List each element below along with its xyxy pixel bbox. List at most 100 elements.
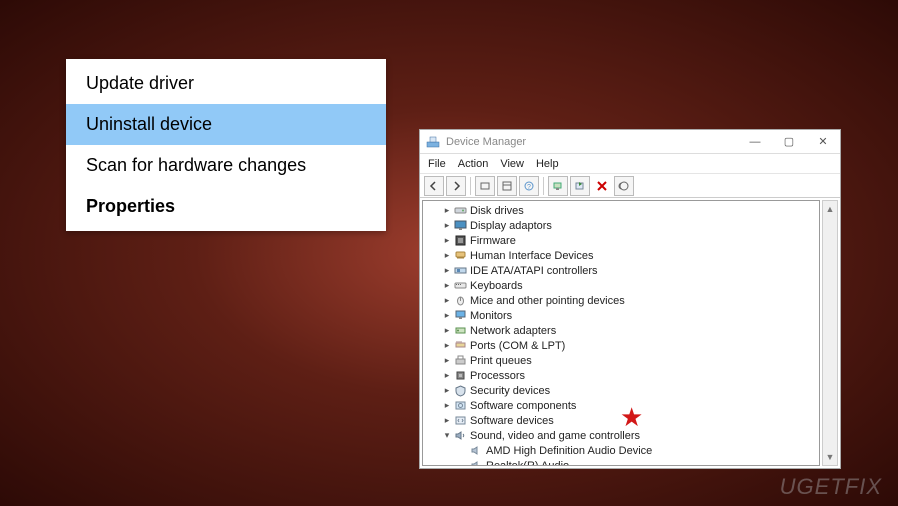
back-button[interactable]	[424, 176, 444, 196]
cpu-icon	[453, 369, 467, 383]
softdev-icon	[453, 414, 467, 428]
tree-item-label: Mice and other pointing devices	[470, 295, 625, 307]
caret-right-icon[interactable]: ▸	[441, 295, 453, 306]
tree-row[interactable]: AMD High Definition Audio Device	[427, 443, 819, 458]
scroll-up-icon[interactable]: ▲	[823, 201, 837, 217]
properties-button[interactable]	[497, 176, 517, 196]
tree-row[interactable]: ▸ Mice and other pointing devices	[427, 293, 819, 308]
tree-row[interactable]: ▸ Disk drives	[427, 203, 819, 218]
tree-item-label: Software components	[470, 400, 576, 412]
tree-item-label: Display adaptors	[470, 220, 552, 232]
tree-row[interactable]: ▸ Monitors	[427, 308, 819, 323]
menu-file[interactable]: File	[428, 158, 446, 170]
menu-properties[interactable]: Properties	[66, 186, 386, 227]
window-controls: — ▢ ✕	[738, 131, 840, 153]
tree-item-label: Network adapters	[470, 325, 556, 337]
audio-icon	[469, 444, 483, 458]
tree-row[interactable]: Realtek(R) Audio	[427, 458, 819, 466]
tree-row[interactable]: ▸ Firmware	[427, 233, 819, 248]
caret-right-icon[interactable]: ▸	[441, 415, 453, 426]
mouse-icon	[453, 294, 467, 308]
update-driver-button[interactable]	[570, 176, 590, 196]
tree-row[interactable]: ▸ Network adapters	[427, 323, 819, 338]
firmware-icon	[453, 234, 467, 248]
watermark: UGETFIX	[780, 474, 882, 500]
minimize-button[interactable]: —	[738, 131, 772, 153]
toolbar-separator	[543, 177, 544, 195]
network-icon	[453, 324, 467, 338]
ide-icon	[453, 264, 467, 278]
caret-right-icon[interactable]: ▸	[441, 280, 453, 291]
caret-right-icon[interactable]: ▸	[441, 325, 453, 336]
titlebar[interactable]: Device Manager — ▢ ✕	[420, 130, 840, 154]
tree-item-label: Disk drives	[470, 205, 524, 217]
help-button[interactable]: ?	[519, 176, 539, 196]
hid-icon	[453, 249, 467, 263]
security-icon	[453, 384, 467, 398]
uninstall-button[interactable]	[592, 176, 612, 196]
toolbar-separator	[470, 177, 471, 195]
caret-right-icon[interactable]: ▸	[441, 370, 453, 381]
tree-item-label: Security devices	[470, 385, 550, 397]
tree-row[interactable]: ▸ Keyboards	[427, 278, 819, 293]
audio-icon	[469, 459, 483, 467]
enable-button[interactable]	[614, 176, 634, 196]
tree-row[interactable]: ▸ Print queues	[427, 353, 819, 368]
tree-row[interactable]: ▸ IDE ATA/ATAPI controllers	[427, 263, 819, 278]
tree-item-label: Processors	[470, 370, 525, 382]
tree-item-label: Realtek(R) Audio	[486, 460, 569, 467]
tree-row[interactable]: ▸ Display adaptors	[427, 218, 819, 233]
caret-right-icon[interactable]: ▸	[441, 340, 453, 351]
forward-button[interactable]	[446, 176, 466, 196]
window-title: Device Manager	[446, 136, 738, 148]
printer-icon	[453, 354, 467, 368]
tree-item-label: Human Interface Devices	[470, 250, 594, 262]
scrollbar[interactable]: ▲ ▼	[822, 200, 838, 466]
menu-update-driver[interactable]: Update driver	[66, 63, 386, 104]
tree-row[interactable]: ▸ Human Interface Devices	[427, 248, 819, 263]
caret-right-icon[interactable]: ▸	[441, 355, 453, 366]
caret-right-icon[interactable]: ▸	[441, 265, 453, 276]
software-icon	[453, 399, 467, 413]
caret-right-icon[interactable]: ▸	[441, 385, 453, 396]
tree-item-label: AMD High Definition Audio Device	[486, 445, 652, 457]
context-menu: Update driver Uninstall device Scan for …	[66, 59, 386, 231]
menu-scan-hardware[interactable]: Scan for hardware changes	[66, 145, 386, 186]
tree-item-label: Monitors	[470, 310, 512, 322]
tree-item-label: Keyboards	[470, 280, 523, 292]
sound-icon	[453, 429, 467, 443]
scan-button[interactable]	[548, 176, 568, 196]
svg-text:?: ?	[527, 184, 531, 191]
tree-row[interactable]: ▸ Security devices	[427, 383, 819, 398]
maximize-button[interactable]: ▢	[772, 131, 806, 153]
tree-row[interactable]: ▸ Processors	[427, 368, 819, 383]
caret-right-icon[interactable]: ▸	[441, 250, 453, 261]
tree-row[interactable]: ▸ Ports (COM & LPT)	[427, 338, 819, 353]
keyboard-icon	[453, 279, 467, 293]
menu-action[interactable]: Action	[458, 158, 489, 170]
ports-icon	[453, 339, 467, 353]
caret-right-icon[interactable]: ▸	[441, 235, 453, 246]
show-hidden-button[interactable]	[475, 176, 495, 196]
app-icon	[426, 135, 440, 149]
menu-help[interactable]: Help	[536, 158, 559, 170]
tree-item-label: Firmware	[470, 235, 516, 247]
close-button[interactable]: ✕	[806, 131, 840, 153]
caret-right-icon[interactable]: ▸	[441, 310, 453, 321]
tree-item-label: Ports (COM & LPT)	[470, 340, 565, 352]
tree-item-label: Sound, video and game controllers	[470, 430, 640, 442]
caret-right-icon[interactable]: ▸	[441, 205, 453, 216]
disk-icon	[453, 204, 467, 218]
caret-right-icon[interactable]: ▸	[441, 400, 453, 411]
tree-item-label: IDE ATA/ATAPI controllers	[470, 265, 598, 277]
caret-down-icon[interactable]: ▾	[441, 430, 453, 441]
star-annotation-icon: ★	[620, 402, 643, 433]
monitor-icon	[453, 309, 467, 323]
tree-item-label: Software devices	[470, 415, 554, 427]
menu-view[interactable]: View	[500, 158, 524, 170]
tree-item-label: Print queues	[470, 355, 532, 367]
menubar: File Action View Help	[420, 154, 840, 174]
caret-right-icon[interactable]: ▸	[441, 220, 453, 231]
scroll-down-icon[interactable]: ▼	[823, 449, 837, 465]
menu-uninstall-device[interactable]: Uninstall device	[66, 104, 386, 145]
